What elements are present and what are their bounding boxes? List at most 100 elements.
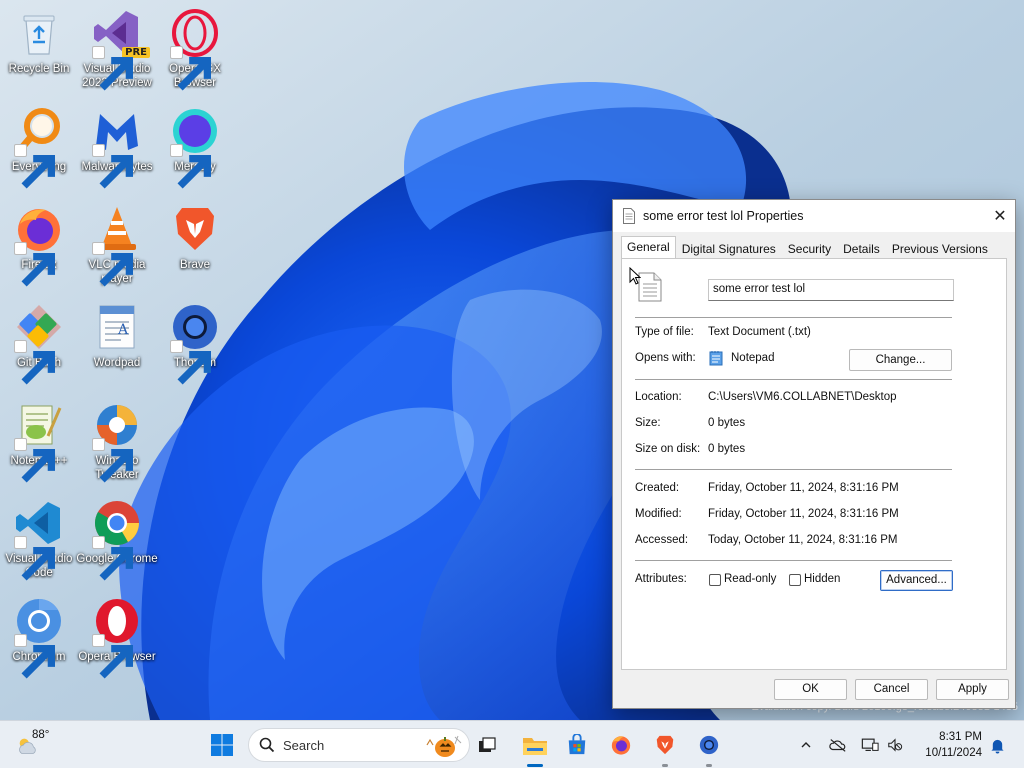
separator — [635, 469, 952, 470]
type-of-file-label: Type of file: — [635, 326, 694, 338]
taskbar-firefox[interactable] — [606, 721, 636, 768]
desktop-icon-thorium[interactable]: Thorium — [156, 298, 234, 390]
hidden-checkbox[interactable] — [789, 574, 801, 586]
taskbar-microsoft-store[interactable] — [562, 721, 592, 768]
tab-details[interactable]: Details — [837, 238, 886, 259]
tray-display[interactable] — [858, 721, 882, 768]
tab-general[interactable]: General — [621, 236, 676, 260]
shortcut-arrow-icon — [170, 144, 211, 189]
desktop-icon-winaero[interactable]: Winaero Tweaker — [78, 396, 156, 488]
ok-button[interactable]: OK — [774, 679, 847, 700]
size-value: 0 bytes — [708, 417, 746, 429]
taskbar-file-explorer[interactable] — [518, 721, 552, 768]
clock-time: 8:31 PM — [939, 731, 982, 743]
wordpad-icon: A — [99, 305, 135, 349]
hidden-label[interactable]: Hidden — [804, 573, 840, 585]
tab-previous-versions[interactable]: Previous Versions — [886, 238, 994, 259]
tray-network-status[interactable] — [826, 721, 850, 768]
desktop-icon-recycle-bin[interactable]: Recycle Bin — [0, 4, 78, 96]
type-of-file-value: Text Document (.txt) — [708, 326, 811, 338]
notifications-button[interactable] — [986, 721, 1008, 768]
shortcut-arrow-icon — [92, 46, 133, 91]
tab-strip: General Digital Signatures Security Deta… — [621, 236, 994, 260]
apply-button[interactable]: Apply — [936, 679, 1009, 700]
taskbar-clock[interactable]: 8:31 PM 10/11/2024 — [925, 729, 982, 761]
size-label: Size: — [635, 417, 661, 429]
notepad-icon — [709, 351, 723, 366]
weather-widget[interactable]: 88° — [14, 721, 54, 768]
desktop-icon-wordpad[interactable]: A Wordpad — [78, 298, 156, 390]
change-button[interactable]: Change... — [849, 349, 952, 371]
show-hidden-icons-button[interactable] — [796, 721, 816, 768]
modified-value: Friday, October 11, 2024, 8:31:16 PM — [708, 508, 899, 520]
tab-digital-signatures[interactable]: Digital Signatures — [676, 238, 782, 259]
running-indicator — [662, 764, 668, 767]
shortcut-arrow-icon — [14, 536, 56, 581]
desktop-icon-vlc[interactable]: VLC media player — [78, 200, 156, 292]
cloud-offline-icon — [829, 739, 846, 752]
volume-muted-icon — [888, 738, 903, 752]
recycle-bin-icon — [23, 15, 55, 55]
desktop-icon-opera-gx[interactable]: Opera GX Browser — [156, 4, 234, 96]
shortcut-arrow-icon — [92, 438, 133, 483]
shortcut-arrow-icon — [14, 634, 56, 679]
desktop-icon-label: Wordpad — [93, 357, 141, 369]
created-value: Friday, October 11, 2024, 8:31:16 PM — [708, 482, 899, 494]
desktop-icon-everything[interactable]: Everything — [0, 102, 78, 194]
desktop-icon-chrome[interactable]: Google Chrome — [76, 494, 158, 586]
shortcut-arrow-icon — [92, 634, 133, 679]
advanced-button[interactable]: Advanced... — [880, 570, 953, 591]
created-label: Created: — [635, 482, 680, 494]
modified-label: Modified: — [635, 508, 682, 520]
running-indicator — [527, 764, 543, 767]
attributes-label: Attributes: — [635, 573, 687, 585]
taskbar-thorium[interactable] — [694, 721, 724, 768]
mouse-cursor-icon — [629, 267, 641, 285]
separator — [635, 560, 952, 561]
shortcut-arrow-icon — [92, 536, 133, 581]
opens-with-label: Opens with: — [635, 352, 696, 364]
dialog-title: some error test lol Properties — [643, 209, 804, 223]
size-on-disk-value: 0 bytes — [708, 443, 746, 455]
close-button[interactable]: ✕ — [985, 200, 1015, 232]
shortcut-arrow-icon — [92, 144, 133, 189]
desktop-icon-brave[interactable]: Brave — [156, 200, 234, 292]
start-button[interactable] — [204, 721, 240, 768]
dialog-titlebar[interactable]: some error test lol Properties ✕ — [613, 200, 1015, 232]
task-view-button[interactable] — [472, 721, 502, 768]
shortcut-arrow-icon — [170, 46, 211, 91]
desktop-icon-git-bash[interactable]: Git Bash — [0, 298, 78, 390]
properties-dialog: some error test lol Properties ✕ General… — [612, 199, 1016, 709]
file-name-input[interactable]: some error test lol — [708, 279, 954, 301]
start-icon — [211, 734, 233, 756]
desktop-icon-notepadpp[interactable]: Notepad++ — [0, 396, 78, 488]
desktop-icon-chromium[interactable]: Chromium — [0, 592, 78, 684]
brave-icon — [656, 735, 674, 755]
location-label: Location: — [635, 391, 682, 403]
brave-icon — [176, 208, 214, 250]
running-indicator — [706, 764, 712, 767]
tray-volume[interactable] — [884, 721, 906, 768]
firefox-icon — [611, 736, 631, 755]
tab-security[interactable]: Security — [782, 238, 837, 259]
microsoft-store-icon — [568, 734, 586, 755]
monitor-icon — [861, 738, 879, 751]
taskbar-search-box[interactable]: Search — [248, 728, 470, 762]
desktop-icon-malwarebytes[interactable]: Malwarebytes — [78, 102, 156, 194]
desktop-icon-vscode[interactable]: Visual Studio Code — [0, 494, 78, 586]
desktop-icon-opera[interactable]: Opera Browser — [78, 592, 156, 684]
clock-date: 10/11/2024 — [925, 747, 982, 759]
shortcut-arrow-icon — [170, 340, 211, 385]
desktop-icon-firefox[interactable]: Firefox — [0, 200, 78, 292]
search-icon — [259, 737, 275, 753]
size-on-disk-label: Size on disk: — [635, 443, 701, 455]
desktop-icon-mercury[interactable]: Mercury — [156, 102, 234, 194]
cancel-button[interactable]: Cancel — [855, 679, 928, 700]
read-only-checkbox[interactable] — [709, 574, 721, 586]
shortcut-arrow-icon — [14, 438, 56, 483]
taskbar-brave[interactable] — [650, 721, 680, 768]
separator — [635, 379, 952, 380]
read-only-label[interactable]: Read-only — [724, 573, 776, 585]
desktop-icon-visual-studio[interactable]: PRE Visual Studio 2022 Preview — [78, 4, 156, 96]
chevron-up-icon — [801, 742, 811, 748]
